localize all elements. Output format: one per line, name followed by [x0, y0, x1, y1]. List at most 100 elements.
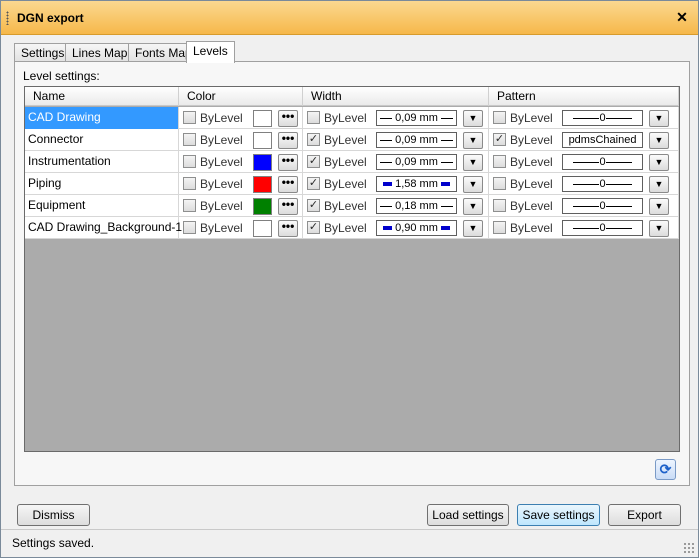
save-settings-button[interactable]: Save settings [517, 504, 600, 526]
pattern-dropdown-button[interactable]: ▼ [649, 220, 669, 237]
width-dropdown-button[interactable]: ▼ [463, 198, 483, 215]
width-cell: ByLevel 0,09 mm ▼ [303, 107, 489, 129]
pattern-cell: ByLevel 0 ▼ [489, 151, 679, 173]
table-row[interactable]: Equipment ByLevel ••• ✓ ByLevel 0,18 mm ▼ ByLev… [25, 195, 679, 217]
color-swatch[interactable] [253, 132, 272, 149]
line-width-sample-icon [380, 117, 393, 119]
export-button[interactable]: Export [608, 504, 681, 526]
pattern-dropdown-button[interactable]: ▼ [649, 176, 669, 193]
color-cell: ByLevel ••• [179, 173, 303, 195]
width-bylevel-checkbox[interactable]: ✓ [307, 221, 320, 234]
pattern-bylevel-checkbox[interactable] [493, 221, 506, 234]
pattern-line-icon [573, 227, 600, 229]
width-bylevel-checkbox[interactable] [307, 111, 320, 124]
color-picker-button[interactable]: ••• [278, 154, 298, 171]
color-cell: ByLevel ••• [179, 151, 303, 173]
pattern-combobox[interactable]: 0 [562, 220, 643, 236]
color-bylevel-checkbox[interactable] [183, 133, 196, 146]
color-bylevel-checkbox[interactable] [183, 155, 196, 168]
color-bylevel-checkbox[interactable] [183, 111, 196, 124]
column-header-name[interactable]: Name [25, 87, 179, 106]
table-row[interactable]: Instrumentation ByLevel ••• ✓ ByLevel 0,09 mm… [25, 151, 679, 173]
pattern-line-icon [573, 205, 600, 207]
pattern-combobox[interactable]: 0 [562, 110, 643, 126]
pattern-bylevel-checkbox[interactable] [493, 199, 506, 212]
pattern-combobox[interactable]: 0 [562, 198, 643, 214]
color-picker-button[interactable]: ••• [278, 132, 298, 149]
color-swatch[interactable] [253, 110, 272, 127]
tab-levels[interactable]: Levels [186, 41, 235, 63]
color-picker-button[interactable]: ••• [278, 198, 298, 215]
color-swatch[interactable] [253, 176, 272, 193]
pattern-bylevel-checkbox[interactable] [493, 177, 506, 190]
column-header-pattern[interactable]: Pattern [489, 87, 679, 106]
level-name[interactable]: Instrumentation [25, 151, 179, 173]
pattern-dropdown-button[interactable]: ▼ [649, 110, 669, 127]
line-width-sample-icon [440, 226, 450, 231]
resize-grip-icon[interactable] [683, 542, 695, 554]
pattern-dropdown-button[interactable]: ▼ [649, 198, 669, 215]
load-settings-button[interactable]: Load settings [427, 504, 509, 526]
tab-settings[interactable]: Settings [14, 43, 72, 62]
chevron-down-icon: ▼ [468, 179, 478, 189]
color-swatch[interactable] [253, 198, 272, 215]
width-combobox[interactable]: 0,90 mm [376, 220, 457, 236]
width-dropdown-button[interactable]: ▼ [463, 176, 483, 193]
pattern-dropdown-button[interactable]: ▼ [649, 132, 669, 149]
close-button[interactable]: ✕ [674, 9, 690, 25]
line-width-sample-icon [383, 226, 393, 231]
width-bylevel-checkbox[interactable]: ✓ [307, 199, 320, 212]
width-combobox[interactable]: 0,18 mm [376, 198, 457, 214]
color-bylevel-checkbox[interactable] [183, 221, 196, 234]
level-name[interactable]: Connector [25, 129, 179, 151]
pattern-bylevel-label: ByLevel [510, 199, 553, 213]
color-picker-button[interactable]: ••• [278, 176, 298, 193]
pattern-dropdown-button[interactable]: ▼ [649, 154, 669, 171]
width-value: 0,09 mm [395, 134, 438, 146]
width-combobox[interactable]: 0,09 mm [376, 154, 457, 170]
color-swatch[interactable] [253, 220, 272, 237]
level-name[interactable]: CAD Drawing [25, 107, 179, 129]
table-row[interactable]: Connector ByLevel ••• ✓ ByLevel 0,09 mm ▼ ✓ ByLe… [25, 129, 679, 151]
title-bar[interactable]: DGN export ✕ [1, 1, 698, 35]
pattern-bylevel-checkbox[interactable] [493, 111, 506, 124]
color-cell: ByLevel ••• [179, 107, 303, 129]
tab-lines-map[interactable]: Lines Map [65, 43, 135, 62]
level-name[interactable]: Piping [25, 173, 179, 195]
pattern-bylevel-checkbox[interactable]: ✓ [493, 133, 506, 146]
color-bylevel-checkbox[interactable] [183, 177, 196, 190]
color-picker-button[interactable]: ••• [278, 220, 298, 237]
column-header-width[interactable]: Width [303, 87, 489, 106]
refresh-icon[interactable]: ⟳ [655, 459, 676, 480]
line-width-sample-icon [440, 205, 453, 207]
width-dropdown-button[interactable]: ▼ [463, 110, 483, 127]
pattern-combobox[interactable]: 0 [562, 154, 643, 170]
width-dropdown-button[interactable]: ▼ [463, 132, 483, 149]
width-bylevel-label: ByLevel [324, 133, 367, 147]
color-bylevel-checkbox[interactable] [183, 199, 196, 212]
level-settings-label: Level settings: [23, 69, 100, 83]
pattern-combobox[interactable]: 0 [562, 176, 643, 192]
width-bylevel-checkbox[interactable]: ✓ [307, 177, 320, 190]
table-row[interactable]: CAD Drawing ByLevel ••• ByLevel 0,09 mm ▼ ByLe… [25, 107, 679, 129]
width-bylevel-checkbox[interactable]: ✓ [307, 133, 320, 146]
color-bylevel-label: ByLevel [200, 177, 243, 191]
width-value: 0,09 mm [395, 112, 438, 124]
width-combobox[interactable]: 0,09 mm [376, 110, 457, 126]
pattern-combobox[interactable]: pdmsChained [562, 132, 643, 148]
level-name[interactable]: Equipment [25, 195, 179, 217]
drag-grip-icon[interactable] [6, 11, 9, 25]
pattern-bylevel-checkbox[interactable] [493, 155, 506, 168]
table-row[interactable]: CAD Drawing_Background-1 ByLevel ••• ✓ ByLev… [25, 217, 679, 239]
level-name[interactable]: CAD Drawing_Background-1 [25, 217, 182, 239]
width-dropdown-button[interactable]: ▼ [463, 220, 483, 237]
width-dropdown-button[interactable]: ▼ [463, 154, 483, 171]
width-combobox[interactable]: 0,09 mm [376, 132, 457, 148]
color-picker-button[interactable]: ••• [278, 110, 298, 127]
color-swatch[interactable] [253, 154, 272, 171]
dismiss-button[interactable]: Dismiss [17, 504, 90, 526]
width-combobox[interactable]: 1,58 mm [376, 176, 457, 192]
table-row[interactable]: Piping ByLevel ••• ✓ ByLevel 1,58 mm ▼ ByLevel 0… [25, 173, 679, 195]
width-bylevel-checkbox[interactable]: ✓ [307, 155, 320, 168]
column-header-color[interactable]: Color [179, 87, 303, 106]
